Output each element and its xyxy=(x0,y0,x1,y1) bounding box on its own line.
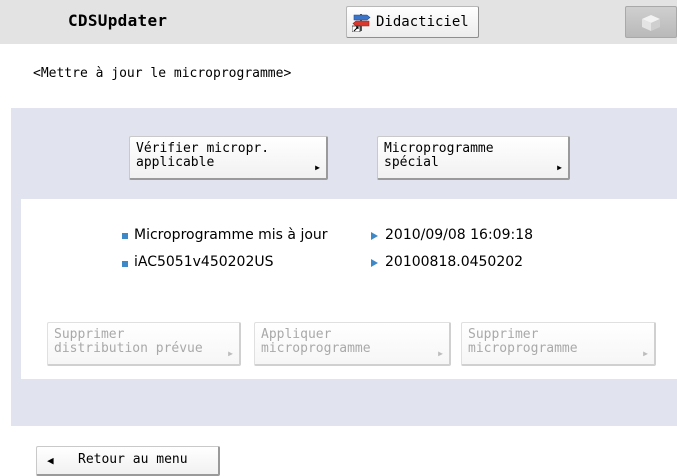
tutorial-button[interactable]: Didacticiel xyxy=(346,6,479,38)
signpost-icon xyxy=(352,14,371,32)
check-applicable-label: Vérifier micropr. applicable xyxy=(136,141,270,170)
app-title: CDSUpdater xyxy=(68,11,168,30)
bullet-icon xyxy=(122,233,128,239)
delete-firmware-label: Supprimer microprogramme xyxy=(468,327,578,356)
screen-title: <Mettre à jour le microprogramme> xyxy=(33,66,292,81)
right-triangle-icon: ▶ xyxy=(643,349,648,358)
info-value: 20100818.0450202 xyxy=(385,254,524,270)
info-value: 2010/09/08 16:09:18 xyxy=(385,227,534,243)
right-triangle-icon: ▶ xyxy=(315,163,320,172)
back-to-menu-label: Retour au menu xyxy=(78,452,188,467)
apply-firmware-label: Appliquer microprogramme xyxy=(261,327,371,356)
special-firmware-label: Microprogramme spécial xyxy=(384,141,494,170)
right-triangle-icon: ▶ xyxy=(228,349,233,358)
right-triangle-icon: ▶ xyxy=(557,163,562,172)
delete-firmware-button[interactable]: Supprimer microprogramme ▶ xyxy=(461,322,656,366)
right-triangle-icon xyxy=(371,259,378,267)
right-triangle-icon xyxy=(371,232,378,240)
box-button[interactable] xyxy=(625,6,677,38)
check-applicable-firmware-button[interactable]: Vérifier micropr. applicable ▶ xyxy=(129,136,328,180)
cancel-scheduled-distribution-button[interactable]: Supprimer distribution prévue ▶ xyxy=(47,322,241,366)
tutorial-label: Didacticiel xyxy=(376,14,469,30)
apply-firmware-button[interactable]: Appliquer microprogramme ▶ xyxy=(254,322,451,366)
right-triangle-icon: ▶ xyxy=(438,349,443,358)
info-label: Microprogramme mis à jour xyxy=(134,227,328,243)
left-triangle-icon: ◀ xyxy=(47,454,54,467)
box-icon xyxy=(642,15,660,31)
bullet-icon xyxy=(122,261,128,267)
cancel-distribution-label: Supprimer distribution prévue xyxy=(54,327,203,356)
special-firmware-button[interactable]: Microprogramme spécial ▶ xyxy=(377,136,570,180)
info-label: iAC5051v450202US xyxy=(134,254,274,270)
